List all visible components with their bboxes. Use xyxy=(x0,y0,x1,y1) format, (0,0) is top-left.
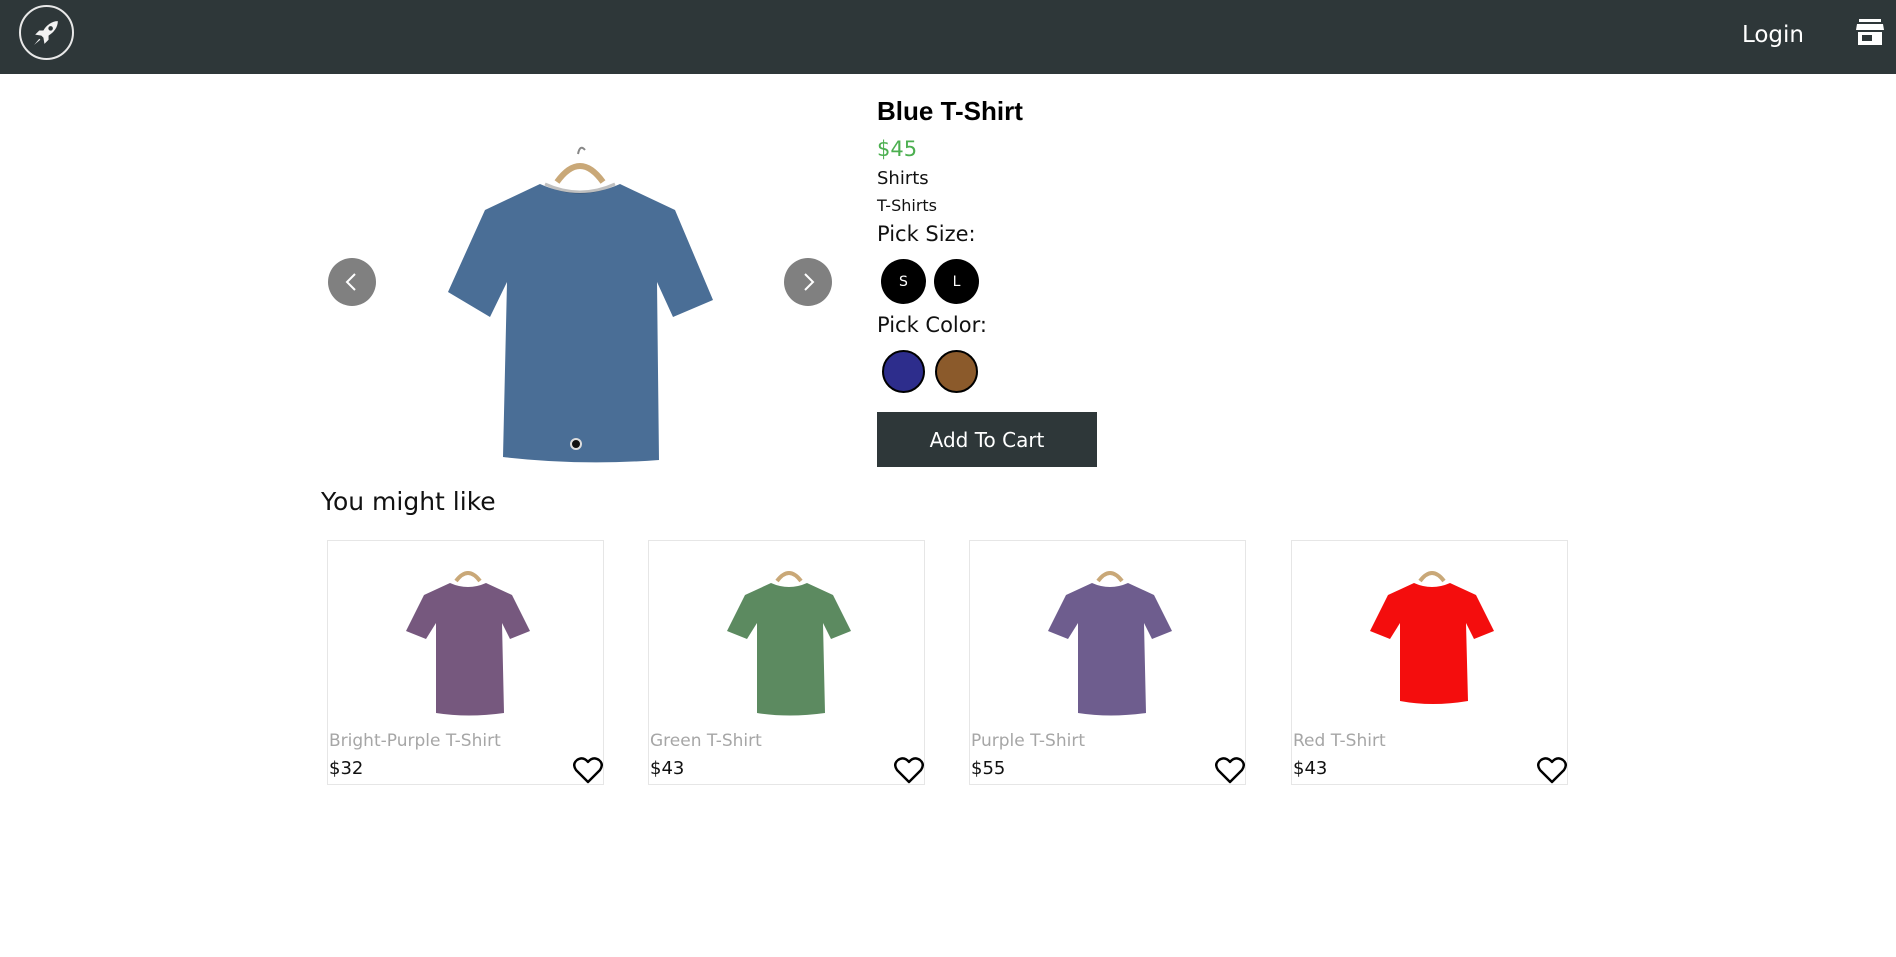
top-navbar: Login xyxy=(0,0,1896,74)
pick-color-label: Pick Color: xyxy=(877,313,987,337)
heart-icon[interactable] xyxy=(1537,756,1567,784)
color-option-brown[interactable] xyxy=(935,350,978,393)
product-category: Shirts xyxy=(877,168,929,189)
main-shirt-shape xyxy=(448,184,713,463)
product-card-price: $32 xyxy=(329,758,364,779)
size-option-s[interactable]: S xyxy=(881,259,926,304)
product-thumbnail xyxy=(406,571,530,716)
shirt-shape xyxy=(1370,583,1494,704)
product-card-name: Red T-Shirt xyxy=(1293,731,1386,751)
product-card-price: $43 xyxy=(650,758,685,779)
product-card-price: $55 xyxy=(971,758,1006,779)
heart-icon[interactable] xyxy=(1215,756,1245,784)
carousel-prev-button[interactable] xyxy=(328,258,376,306)
product-thumbnail xyxy=(1370,571,1494,704)
product-price: $45 xyxy=(877,137,918,161)
product-card[interactable]: Purple T-Shirt $55 xyxy=(969,540,1246,785)
rocket-icon[interactable] xyxy=(19,5,74,60)
product-card-name: Purple T-Shirt xyxy=(971,731,1085,751)
heart-icon[interactable] xyxy=(573,756,603,784)
product-card-name: Bright-Purple T-Shirt xyxy=(329,731,501,751)
product-card[interactable]: Bright-Purple T-Shirt $32 xyxy=(327,540,604,785)
chevron-right-icon xyxy=(804,273,815,291)
store-icon[interactable] xyxy=(1856,19,1884,45)
carousel-next-button[interactable] xyxy=(784,258,832,306)
product-card-price: $43 xyxy=(1293,758,1328,779)
product-card[interactable]: Green T-Shirt $43 xyxy=(648,540,925,785)
product-card-name: Green T-Shirt xyxy=(650,731,762,751)
recommendations-title: You might like xyxy=(321,487,496,516)
product-thumbnail xyxy=(1048,571,1172,716)
product-image-carousel xyxy=(325,120,835,470)
product-subcategory: T-Shirts xyxy=(877,196,938,215)
product-image xyxy=(448,146,713,463)
carousel-dot[interactable] xyxy=(570,438,582,450)
login-link[interactable]: Login xyxy=(1742,22,1804,48)
size-option-l[interactable]: L xyxy=(934,259,979,304)
product-thumbnail xyxy=(727,571,851,716)
shirt-shape xyxy=(727,583,851,716)
product-title: Blue T-Shirt xyxy=(877,96,1023,126)
pick-size-label: Pick Size: xyxy=(877,222,976,246)
rocket-glyph xyxy=(34,21,58,45)
product-details: Blue T-Shirt $45 Shirts T-Shirts xyxy=(877,96,1023,215)
add-to-cart-button[interactable]: Add To Cart xyxy=(877,412,1097,467)
chevron-left-icon xyxy=(345,273,356,291)
shirt-shape xyxy=(406,583,530,716)
color-option-blue[interactable] xyxy=(882,350,925,393)
heart-icon[interactable] xyxy=(894,756,924,784)
shirt-shape xyxy=(1048,583,1172,716)
product-card[interactable]: Red T-Shirt $43 xyxy=(1291,540,1568,785)
